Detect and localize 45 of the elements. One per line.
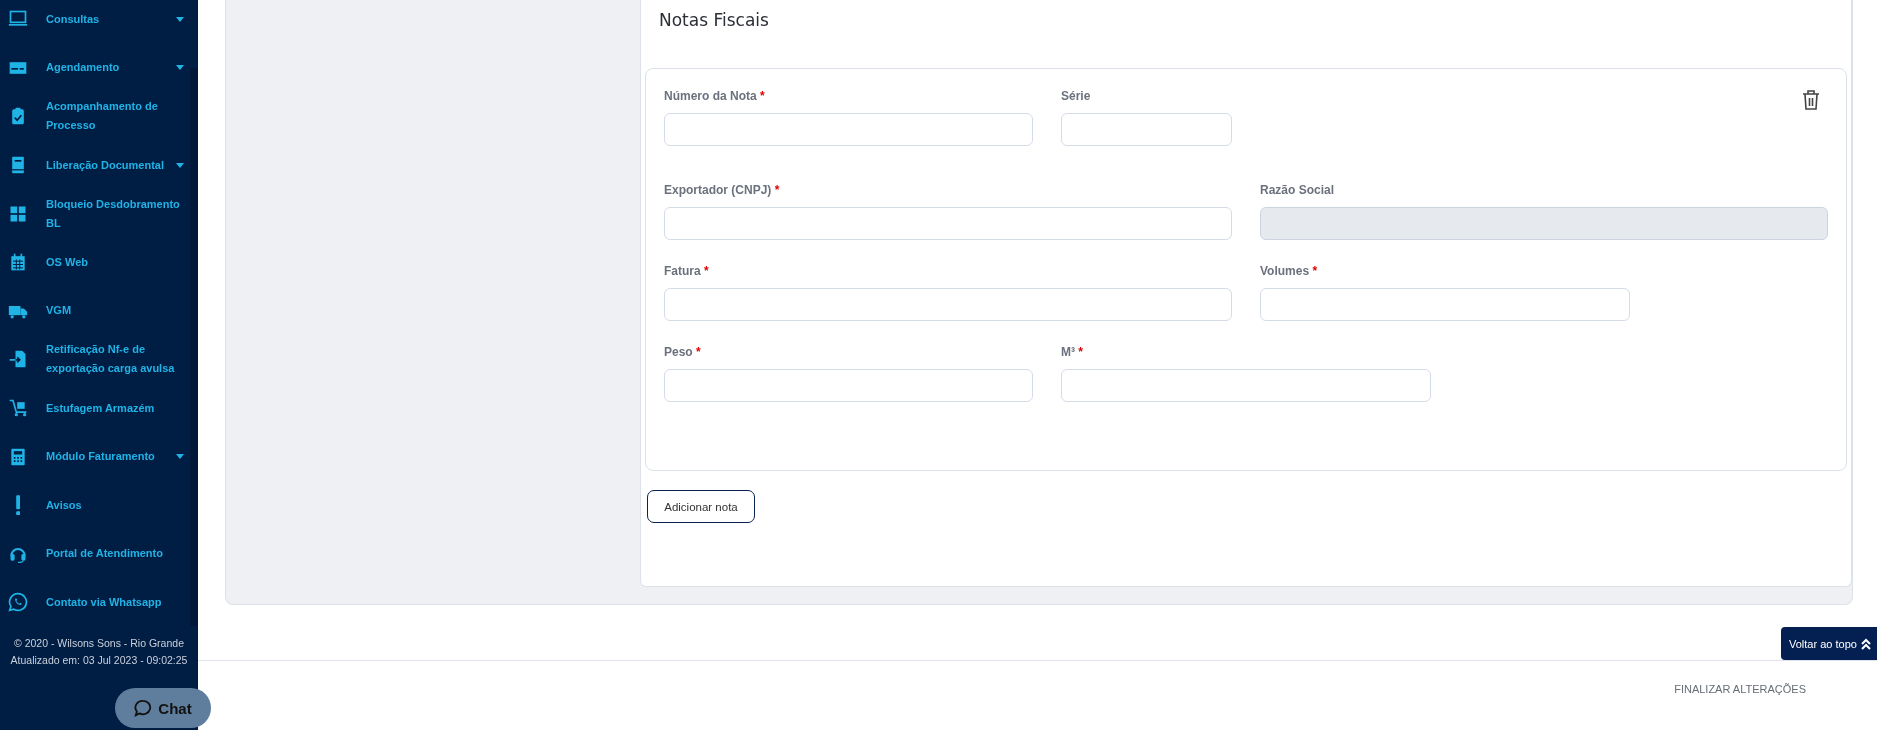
phone-bubble-icon xyxy=(8,592,28,613)
copyright-text: © 2020 - Wilsons Sons - Rio Grande xyxy=(14,637,184,649)
back-to-top-button[interactable]: Voltar ao topo xyxy=(1781,627,1877,660)
input-field[interactable] xyxy=(664,369,1033,402)
sidebar-item[interactable]: Consultas xyxy=(0,0,190,44)
input-field[interactable] xyxy=(664,113,1033,146)
speech-bubble-icon xyxy=(134,699,153,717)
sidebar-item[interactable]: Liberação Documental xyxy=(0,140,190,190)
chat-button[interactable]: Chat xyxy=(115,688,211,728)
field-label: Exportador (CNPJ) * xyxy=(664,183,781,199)
field-label: M³ * xyxy=(1061,345,1084,361)
field-label: Volumes * xyxy=(1260,264,1319,280)
field-label: Razão Social xyxy=(1260,183,1336,199)
updated-text: Atualizado em: 03 Jul 2023 - 09:02:25 xyxy=(10,654,188,666)
sidebar-item[interactable]: Estufagem Armazém xyxy=(0,383,190,433)
exclamation-icon xyxy=(16,495,21,516)
sidebar-item[interactable]: OS Web xyxy=(0,237,190,287)
field-label: Série xyxy=(1061,89,1092,105)
sidebar-item[interactable]: Agendamento xyxy=(0,43,190,93)
input-field[interactable] xyxy=(1260,288,1630,321)
field-label: Peso * xyxy=(664,345,702,361)
scrollbar[interactable] xyxy=(190,68,198,626)
double-chevron-up-icon xyxy=(1860,637,1871,650)
input-field[interactable] xyxy=(1061,113,1232,146)
sidebar-item[interactable]: VGM xyxy=(0,286,190,336)
trash-icon[interactable] xyxy=(1802,89,1820,111)
sidebar-item[interactable]: Retificação Nf-e de exportação carga avulsa xyxy=(0,335,190,384)
calendar-icon xyxy=(8,252,28,273)
sidebar-item[interactable]: Bloqueio Desdobramento BL xyxy=(0,189,190,238)
input-field[interactable] xyxy=(664,288,1232,321)
field-label: Número da Nota * xyxy=(664,89,766,105)
hand-truck-icon xyxy=(8,398,28,419)
input-field[interactable] xyxy=(1061,369,1431,402)
calculator-icon xyxy=(8,446,28,467)
add-note-button[interactable]: Adicionar nota xyxy=(647,490,755,523)
section-title: Notas Fiscais xyxy=(659,10,770,30)
input-field[interactable] xyxy=(664,207,1232,240)
sidebar-item[interactable]: Módulo Faturamento xyxy=(0,432,190,481)
sidebar-item[interactable]: Acompanhamento de Processo xyxy=(0,92,190,141)
sidebar-item[interactable]: Contato via Whatsapp xyxy=(0,578,190,627)
field-label: Fatura * xyxy=(664,264,710,280)
finalize-link[interactable]: FINALIZAR ALTERAÇÕES xyxy=(1674,683,1806,695)
sidebar-item[interactable]: Avisos xyxy=(0,480,190,530)
sidebar-item[interactable]: Portal de Atendimento xyxy=(0,529,190,579)
file-arrow-icon xyxy=(8,349,28,370)
